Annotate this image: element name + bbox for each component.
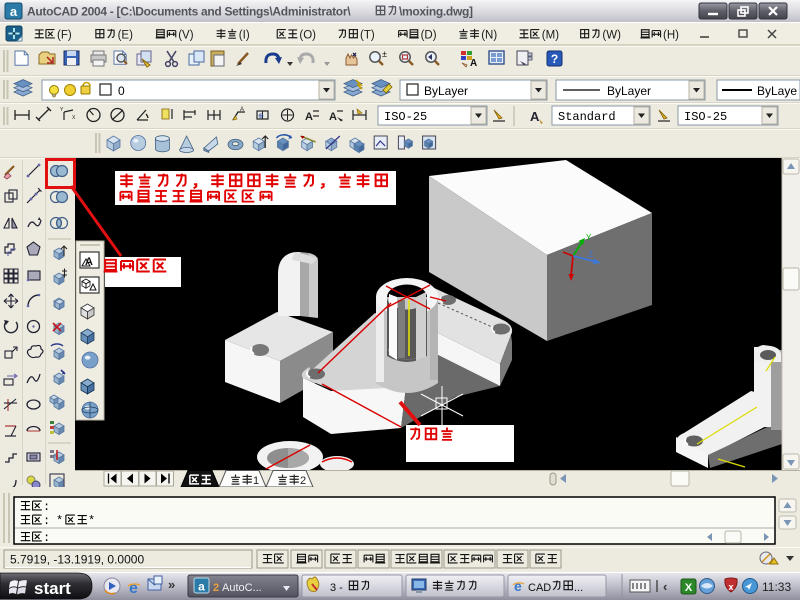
- svg-text:±: ±: [382, 49, 387, 59]
- svg-text:1: 1: [253, 475, 259, 487]
- svg-text:CAD: CAD: [528, 582, 551, 594]
- svg-text:AutoCAD 2004 - [C:\Documents a: AutoCAD 2004 - [C:\Documents and Setting…: [27, 5, 351, 19]
- svg-text:?: ?: [551, 52, 558, 66]
- svg-text::: :: [43, 531, 50, 545]
- svg-text:ByLayer: ByLayer: [424, 84, 468, 98]
- svg-text:*: *: [88, 514, 95, 528]
- svg-text:e: e: [514, 578, 522, 594]
- svg-text:(F): (F): [57, 30, 72, 42]
- svg-text::: :: [43, 500, 50, 514]
- svg-text:ISO-25: ISO-25: [384, 110, 427, 124]
- svg-text:⊕: ⊕: [258, 113, 264, 120]
- svg-text:A: A: [329, 111, 337, 123]
- svg-text:»: »: [168, 577, 175, 592]
- svg-text:x: x: [728, 582, 733, 592]
- svg-text:0: 0: [118, 84, 125, 98]
- svg-text:‹: ‹: [663, 579, 667, 594]
- svg-text:11:33: 11:33: [762, 580, 791, 594]
- svg-text:A: A: [470, 58, 477, 69]
- svg-text:2: 2: [213, 582, 219, 594]
- svg-text:(I): (I): [239, 30, 250, 42]
- svg-text:(W): (W): [602, 30, 621, 42]
- svg-text:AutoC...: AutoC...: [222, 582, 262, 594]
- svg-text:Y: Y: [586, 233, 592, 242]
- svg-text:(M): (M): [542, 30, 559, 42]
- svg-text:A: A: [305, 111, 313, 123]
- svg-text:a: a: [198, 580, 205, 594]
- svg-text:(N): (N): [481, 30, 497, 42]
- svg-text:ByLayer: ByLayer: [607, 84, 651, 98]
- svg-text:ByLaye: ByLaye: [757, 84, 797, 98]
- svg-text:(V): (V): [178, 30, 194, 42]
- svg-text:e: e: [129, 580, 138, 597]
- svg-text:X: X: [685, 582, 693, 594]
- svg-text:(H): (H): [663, 30, 679, 42]
- svg-text:Standard: Standard: [558, 110, 616, 124]
- svg-text:*: *: [56, 514, 63, 528]
- svg-text:(D): (D): [421, 30, 437, 42]
- svg-text:(E): (E): [118, 30, 134, 42]
- svg-text:(O): (O): [299, 30, 316, 42]
- svg-text:\moxing.dwg]: \moxing.dwg]: [399, 5, 473, 19]
- svg-text:(T): (T): [360, 30, 375, 42]
- svg-text::: :: [43, 514, 50, 528]
- svg-text:5.7919, -13.1919, 0.0000: 5.7919, -13.1919, 0.0000: [10, 553, 144, 567]
- svg-text:a: a: [10, 4, 18, 19]
- svg-text:2: 2: [300, 475, 306, 487]
- svg-text:...: ...: [574, 582, 583, 594]
- svg-text:ISO-25: ISO-25: [684, 110, 727, 124]
- svg-text:A: A: [240, 107, 244, 113]
- svg-text:Z: Z: [588, 250, 593, 259]
- svg-text:A: A: [530, 109, 540, 124]
- svg-text:start: start: [34, 579, 71, 598]
- svg-text:3 -: 3 -: [330, 582, 343, 594]
